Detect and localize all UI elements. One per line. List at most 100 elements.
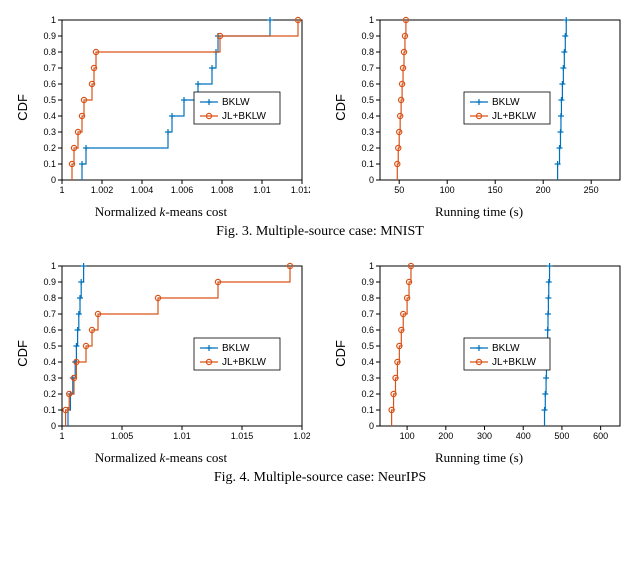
svg-text:100: 100 [399,431,414,441]
svg-text:BKLW: BKLW [222,97,250,108]
svg-text:0.7: 0.7 [43,309,56,319]
svg-text:0.7: 0.7 [361,309,374,319]
svg-text:600: 600 [593,431,608,441]
fig3-right-xlabel: Running time (s) [435,204,523,220]
svg-text:0.5: 0.5 [361,341,374,351]
fig4-left-wrap: CDF 1 1.005 1.01 1.015 1.02 0 0.1 0.2 0.3 0.4 0.5 0… [13,258,310,448]
svg-text:JL+BKLW: JL+BKLW [492,111,537,122]
svg-text:0.1: 0.1 [361,405,374,415]
svg-text:1.015: 1.015 [230,431,253,441]
svg-text:200: 200 [535,185,550,195]
svg-text:0.5: 0.5 [361,95,374,105]
svg-text:200: 200 [438,431,453,441]
fig3-left-wrap: CDF 1 1.002 1.004 1.006 1.008 1.01 1.012 0 0.1 0.… [13,12,310,202]
figure-3-caption: Fig. 3. Multiple-source case: MNIST [12,224,628,240]
svg-text:1: 1 [59,431,64,441]
fig4-right-ylabel: CDF [331,340,348,367]
figure-3-block: CDF 1 1.002 1.004 1.006 1.008 1.01 1.012 0 0.1 0.… [12,12,628,240]
svg-text:0.2: 0.2 [43,143,56,153]
svg-text:0.3: 0.3 [361,127,374,137]
svg-text:0.8: 0.8 [361,47,374,57]
fig4-left-ylabel: CDF [13,340,30,367]
svg-text:1: 1 [59,185,64,195]
svg-text:0.1: 0.1 [43,159,56,169]
svg-text:0.9: 0.9 [361,277,374,287]
svg-text:1: 1 [368,15,373,25]
svg-text:1.012: 1.012 [290,185,309,195]
svg-text:0.5: 0.5 [43,341,56,351]
svg-text:0.7: 0.7 [43,63,56,73]
svg-text:1.006: 1.006 [170,185,193,195]
svg-text:500: 500 [554,431,569,441]
svg-text:100: 100 [439,185,454,195]
svg-text:0.3: 0.3 [43,373,56,383]
svg-text:0: 0 [368,421,373,431]
svg-text:0.4: 0.4 [43,111,56,121]
figure-4-row: CDF 1 1.005 1.01 1.015 1.02 0 0.1 0.2 0.3 0.4 0.5 0… [12,258,628,466]
svg-text:0.4: 0.4 [361,357,374,367]
fig4-left-xlabel: Normalized k-means cost [95,450,227,466]
svg-text:0.4: 0.4 [361,111,374,121]
svg-text:1.004: 1.004 [130,185,153,195]
svg-text:250: 250 [583,185,598,195]
svg-text:0.9: 0.9 [43,31,56,41]
svg-text:1.01: 1.01 [253,185,271,195]
svg-text:1.008: 1.008 [210,185,233,195]
fig4-right-xlabel: Running time (s) [435,450,523,466]
svg-text:1.002: 1.002 [90,185,113,195]
figure-4-caption: Fig. 4. Multiple-source case: NeurIPS [12,470,628,486]
svg-text:0.2: 0.2 [43,389,56,399]
svg-text:0.1: 0.1 [43,405,56,415]
svg-text:1: 1 [368,261,373,271]
svg-text:0.8: 0.8 [361,293,374,303]
svg-text:400: 400 [515,431,530,441]
svg-text:0.6: 0.6 [361,325,374,335]
svg-text:0: 0 [50,175,55,185]
svg-text:1: 1 [50,261,55,271]
svg-text:BKLW: BKLW [222,343,250,354]
svg-text:0.2: 0.2 [361,143,374,153]
fig4-right-wrap: CDF 100 200 300 400 500 600 0 0.1 0.2 0.3 0.4 0.5 0.… [331,258,628,448]
svg-text:150: 150 [487,185,502,195]
fig3-right-ylabel: CDF [331,94,348,121]
svg-text:1.01: 1.01 [173,431,191,441]
fig3-right-wrap: CDF 50 100 150 200 250 0 0.1 0.2 0.3 0.4 0.5 0.6 0.7… [331,12,628,202]
svg-text:0: 0 [50,421,55,431]
svg-text:0.8: 0.8 [43,47,56,57]
svg-text:0.5: 0.5 [43,95,56,105]
svg-text:0.6: 0.6 [43,325,56,335]
svg-text:0: 0 [368,175,373,185]
fig3-left-xlabel: Normalized k-means cost [95,204,227,220]
svg-text:BKLW: BKLW [492,343,520,354]
fig3-left-chart: 1 1.002 1.004 1.006 1.008 1.01 1.012 0 0.1 0.2 0.3… [30,12,310,202]
fig3-right-cell: CDF 50 100 150 200 250 0 0.1 0.2 0.3 0.4 0.5 0.6 0.7… [330,12,628,220]
svg-text:1: 1 [50,15,55,25]
svg-text:0.6: 0.6 [361,79,374,89]
svg-text:0.6: 0.6 [43,79,56,89]
svg-text:0.2: 0.2 [361,389,374,399]
svg-text:1.02: 1.02 [293,431,310,441]
svg-text:0.4: 0.4 [43,357,56,367]
svg-text:300: 300 [477,431,492,441]
svg-text:JL+BKLW: JL+BKLW [492,357,537,368]
fig3-left-cell: CDF 1 1.002 1.004 1.006 1.008 1.01 1.012 0 0.1 0.… [12,12,310,220]
svg-text:JL+BKLW: JL+BKLW [222,357,267,368]
svg-text:50: 50 [394,185,404,195]
svg-text:0.8: 0.8 [43,293,56,303]
fig4-left-cell: CDF 1 1.005 1.01 1.015 1.02 0 0.1 0.2 0.3 0.4 0.5 0… [12,258,310,466]
svg-text:0.9: 0.9 [361,31,374,41]
fig4-right-cell: CDF 100 200 300 400 500 600 0 0.1 0.2 0.3 0.4 0.5 0.… [330,258,628,466]
svg-text:0.7: 0.7 [361,63,374,73]
svg-text:0.3: 0.3 [43,127,56,137]
svg-text:BKLW: BKLW [492,97,520,108]
fig3-right-chart: 50 100 150 200 250 0 0.1 0.2 0.3 0.4 0.5 0.6 0.7 0.8 0… [348,12,628,202]
figure-3-row: CDF 1 1.002 1.004 1.006 1.008 1.01 1.012 0 0.1 0.… [12,12,628,220]
fig3-left-ylabel: CDF [13,94,30,121]
svg-text:1.005: 1.005 [110,431,133,441]
svg-text:0.3: 0.3 [361,373,374,383]
svg-text:JL+BKLW: JL+BKLW [222,111,267,122]
fig4-right-chart: 100 200 300 400 500 600 0 0.1 0.2 0.3 0.4 0.5 0.6 0.7… [348,258,628,448]
svg-text:0.1: 0.1 [361,159,374,169]
fig4-left-chart: 1 1.005 1.01 1.015 1.02 0 0.1 0.2 0.3 0.4 0.5 0.6 0.… [30,258,310,448]
figure-4-block: CDF 1 1.005 1.01 1.015 1.02 0 0.1 0.2 0.3 0.4 0.5 0… [12,258,628,486]
